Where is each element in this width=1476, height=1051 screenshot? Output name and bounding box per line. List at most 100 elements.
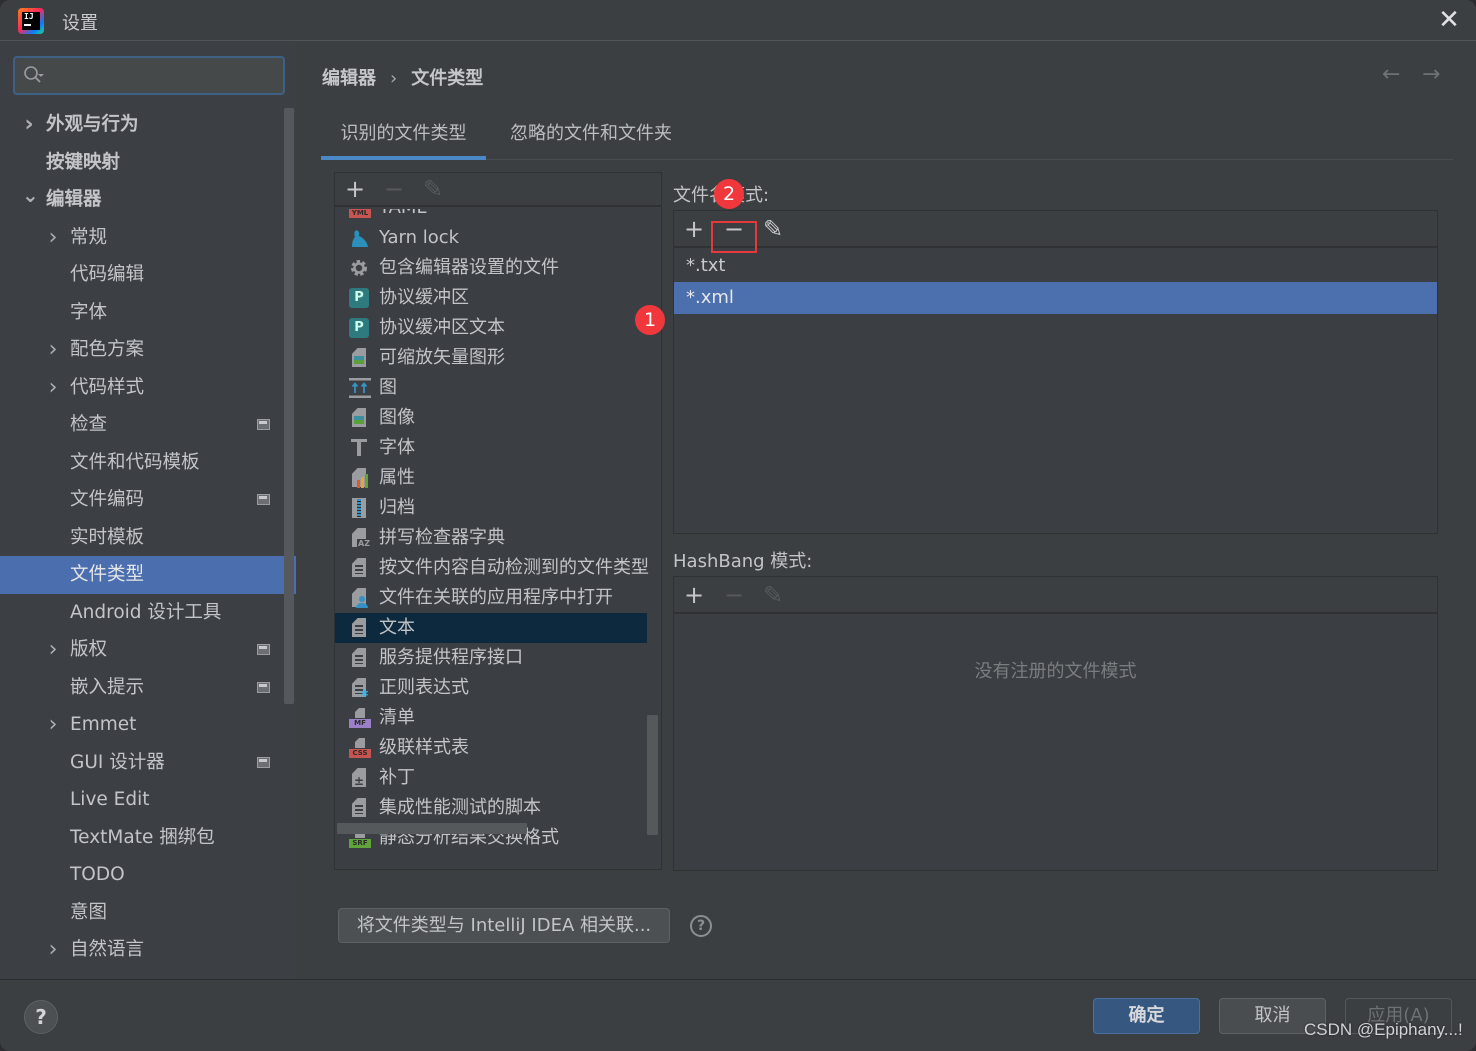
forward-arrow-icon[interactable]: →: [1422, 62, 1440, 87]
sidebar-item-label: 自然语言: [70, 939, 145, 960]
font-icon: [349, 438, 369, 458]
sidebar-scrollbar[interactable]: [284, 108, 294, 704]
search-input[interactable]: [49, 62, 277, 89]
sidebar-item[interactable]: 意图: [0, 894, 284, 932]
main-panel: 编辑器 › 文件类型 ← → 识别的文件类型 忽略的文件和文件夹 + − ✎ YML…: [296, 42, 1476, 979]
settings-sidebar: › 外观与行为 按键映射 ⌄ 编辑器 › 常规 代码编辑字体 › 配色方案 › 代码样式 检查 文件和代码…: [0, 42, 296, 979]
chevron-right-icon[interactable]: ›: [46, 219, 60, 256]
sidebar-item[interactable]: TODO: [0, 856, 284, 894]
sidebar-item[interactable]: 文件和代码模板: [0, 444, 284, 482]
breadcrumb: 编辑器 › 文件类型: [322, 64, 483, 90]
sidebar-item[interactable]: › 版权: [0, 631, 284, 669]
sidebar-item[interactable]: 文件编码: [0, 481, 284, 519]
file-type-item[interactable]: * 正则表达式: [335, 673, 647, 705]
sidebar-item[interactable]: Live Edit: [0, 781, 284, 819]
file-type-item[interactable]: CSS 级联样式表: [335, 733, 647, 763]
file-type-item[interactable]: 图像: [335, 403, 647, 433]
file-type-item[interactable]: 字体: [335, 433, 647, 463]
project-level-icon: [257, 644, 270, 655]
chevron-right-icon[interactable]: ›: [46, 931, 60, 968]
add-hashbang-icon[interactable]: +: [682, 583, 706, 607]
file-type-item[interactable]: 归档: [335, 493, 647, 523]
edit-pencil-icon[interactable]: ✎: [421, 177, 445, 201]
file-type-item[interactable]: 服务提供程序接口: [335, 643, 647, 673]
sidebar-item[interactable]: 代码编辑: [0, 256, 284, 294]
file-type-label: 可缩放矢量图形: [379, 347, 505, 368]
file-type-label: 属性: [379, 467, 415, 488]
chevron-down-icon[interactable]: ⌄: [22, 181, 39, 218]
file-type-item[interactable]: AZ 拼写检查器字典: [335, 523, 647, 553]
sidebar-item[interactable]: 字体: [0, 294, 284, 332]
file-type-item[interactable]: P 协议缓冲区文本: [335, 313, 647, 343]
sidebar-item[interactable]: ⌄ 编辑器: [0, 181, 284, 219]
add-pattern-icon[interactable]: +: [682, 217, 706, 241]
sidebar-item[interactable]: TextMate 捆绑包: [0, 819, 284, 857]
file-type-item[interactable]: P 协议缓冲区: [335, 283, 647, 313]
file-type-item[interactable]: YML YAML: [335, 209, 647, 223]
file-type-item[interactable]: ± 补丁: [335, 763, 647, 793]
sidebar-item[interactable]: › 配色方案: [0, 331, 284, 369]
ok-button[interactable]: 确定: [1093, 998, 1200, 1034]
file-type-item[interactable]: 文件在关联的应用程序中打开: [335, 583, 647, 613]
breadcrumb-parent[interactable]: 编辑器: [322, 68, 376, 89]
file-type-item[interactable]: 可缩放矢量图形: [335, 343, 647, 373]
file-type-item[interactable]: 文本: [335, 613, 647, 643]
sidebar-item[interactable]: › Emmet: [0, 706, 284, 744]
chevron-right-icon[interactable]: ›: [46, 331, 60, 368]
text-file-icon: [349, 648, 369, 668]
css-icon: CSS: [349, 738, 371, 758]
sidebar-item[interactable]: 实时模板: [0, 519, 284, 557]
sidebar-item[interactable]: 按键映射: [0, 144, 284, 182]
pattern-row[interactable]: *.txt: [674, 250, 1437, 282]
chevron-right-icon[interactable]: ›: [46, 706, 60, 743]
file-type-label: 文本: [379, 617, 415, 638]
sidebar-item-label: TODO: [70, 864, 125, 885]
file-type-label: 归档: [379, 497, 415, 518]
edit-hashbang-pencil-icon[interactable]: ✎: [761, 583, 785, 607]
chevron-right-icon[interactable]: ›: [46, 369, 60, 406]
file-types-list: YML YAML Yarn lock 包含编辑器设置的文件 P 协议缓冲区 P 协议缓冲区文本…: [335, 209, 661, 869]
file-type-item[interactable]: 图: [335, 373, 647, 403]
sidebar-item[interactable]: 文件类型: [0, 556, 296, 594]
sidebar-item[interactable]: Android 设计工具: [0, 594, 284, 632]
add-icon[interactable]: +: [343, 177, 367, 201]
sidebar-item[interactable]: GUI 设计器: [0, 744, 284, 782]
back-arrow-icon[interactable]: ←: [1382, 62, 1400, 87]
sidebar-item[interactable]: › 自然语言: [0, 931, 284, 969]
file-type-item[interactable]: MF 清单: [335, 703, 647, 733]
intellij-logo-icon: IJ: [18, 8, 44, 34]
edit-pattern-pencil-icon[interactable]: ✎: [761, 217, 785, 241]
chevron-right-icon[interactable]: ›: [22, 106, 36, 143]
hashbang-empty-text: 没有注册的文件模式: [974, 661, 1137, 682]
file-type-item[interactable]: 集成性能测试的脚本: [335, 793, 647, 823]
pattern-row-selected[interactable]: *.xml: [674, 282, 1437, 314]
file-type-label: 补丁: [379, 767, 415, 788]
file-type-item[interactable]: Yarn lock: [335, 223, 647, 253]
file-type-item[interactable]: 包含编辑器设置的文件: [335, 253, 647, 283]
chevron-right-icon[interactable]: ›: [46, 631, 60, 668]
sidebar-item-label: GUI 设计器: [70, 751, 165, 773]
annotation-marker-2: 2: [714, 179, 744, 209]
watermark: CSDN @Epiphany...!: [1304, 1020, 1463, 1039]
associate-file-types-button[interactable]: 将文件类型与 IntelliJ IDEA 相关联...: [338, 908, 670, 943]
help-button[interactable]: ?: [24, 1000, 58, 1034]
sidebar-item[interactable]: 嵌入提示: [0, 669, 284, 707]
remove-icon[interactable]: −: [382, 177, 406, 201]
file-type-item[interactable]: 属性: [335, 463, 647, 493]
sidebar-item[interactable]: › 代码样式: [0, 369, 284, 407]
sidebar-item-label: 字体: [70, 301, 108, 323]
settings-dialog: IJ 设置 ✕ › 外观与行为 按键映射 ⌄ 编辑器 › 常规 代码编辑 字体 › 配色方案 › 代码样…: [0, 0, 1476, 1051]
sidebar-item[interactable]: › 常规: [0, 219, 284, 257]
tab-ignored-files-and-folders[interactable]: 忽略的文件和文件夹: [496, 112, 686, 160]
remove-hashbang-icon[interactable]: −: [722, 583, 746, 607]
search-field[interactable]: [13, 56, 285, 95]
file-types-vertical-scrollbar[interactable]: [647, 715, 658, 835]
help-icon[interactable]: ?: [690, 915, 712, 937]
file-types-horizontal-scrollbar[interactable]: [337, 823, 527, 834]
close-icon[interactable]: ✕: [1434, 6, 1464, 36]
sidebar-item[interactable]: › 外观与行为: [0, 106, 284, 144]
hashbang-toolbar: + − ✎: [674, 577, 1437, 614]
sidebar-item[interactable]: 检查: [0, 406, 284, 444]
tab-recognized-file-types[interactable]: 识别的文件类型: [321, 112, 486, 160]
file-type-item[interactable]: 按文件内容自动检测到的文件类型: [335, 553, 649, 583]
